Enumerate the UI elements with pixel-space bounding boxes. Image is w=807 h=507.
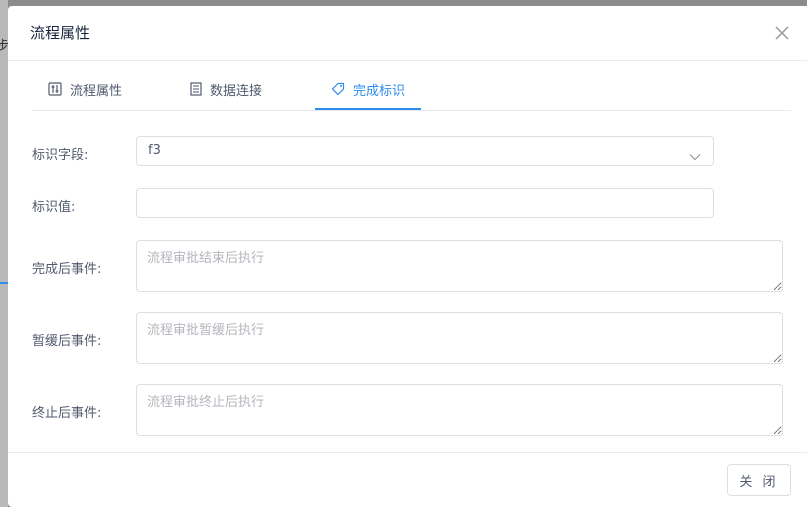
terminate-event-textarea[interactable] xyxy=(136,384,783,436)
tab-completion-flag[interactable]: 完成标识 xyxy=(315,70,422,110)
chevron-down-icon xyxy=(689,146,701,165)
flag-field-value: f3 xyxy=(148,143,161,158)
tab-bar: 流程属性 数据连接 完成标识 xyxy=(32,70,791,111)
tag-icon xyxy=(331,82,345,96)
flag-field-label: 标识字段: xyxy=(32,148,89,163)
close-icon[interactable] xyxy=(771,22,793,44)
background-page: 步 xyxy=(0,0,9,507)
flag-value-label: 标识值: xyxy=(32,200,76,215)
dialog-footer: 关 闭 xyxy=(8,452,807,507)
sliders-icon xyxy=(48,82,62,96)
complete-event-label: 完成后事件: xyxy=(32,262,102,277)
document-icon xyxy=(190,82,202,96)
process-properties-dialog: 流程属性 流程属性 数据连接 完成标识 标识字段: 标识值: 完成后事件: 暂缓… xyxy=(8,6,807,507)
dialog-title: 流程属性 xyxy=(30,24,91,42)
tab-label: 完成标识 xyxy=(353,83,406,99)
tab-data-connection[interactable]: 数据连接 xyxy=(174,70,278,108)
terminate-event-label: 终止后事件: xyxy=(32,406,102,421)
flag-value-input[interactable] xyxy=(136,188,714,218)
tab-label: 流程属性 xyxy=(70,83,123,99)
pause-event-textarea[interactable] xyxy=(136,312,783,364)
tab-label: 数据连接 xyxy=(210,83,263,99)
flag-field-select[interactable]: f3 xyxy=(136,136,714,166)
close-button[interactable]: 关 闭 xyxy=(727,464,791,496)
background-accent-line xyxy=(0,282,8,284)
dialog-header: 流程属性 xyxy=(8,6,807,61)
tab-process-properties[interactable]: 流程属性 xyxy=(32,70,138,108)
complete-event-textarea[interactable] xyxy=(136,240,783,292)
pause-event-label: 暂缓后事件: xyxy=(32,334,102,349)
